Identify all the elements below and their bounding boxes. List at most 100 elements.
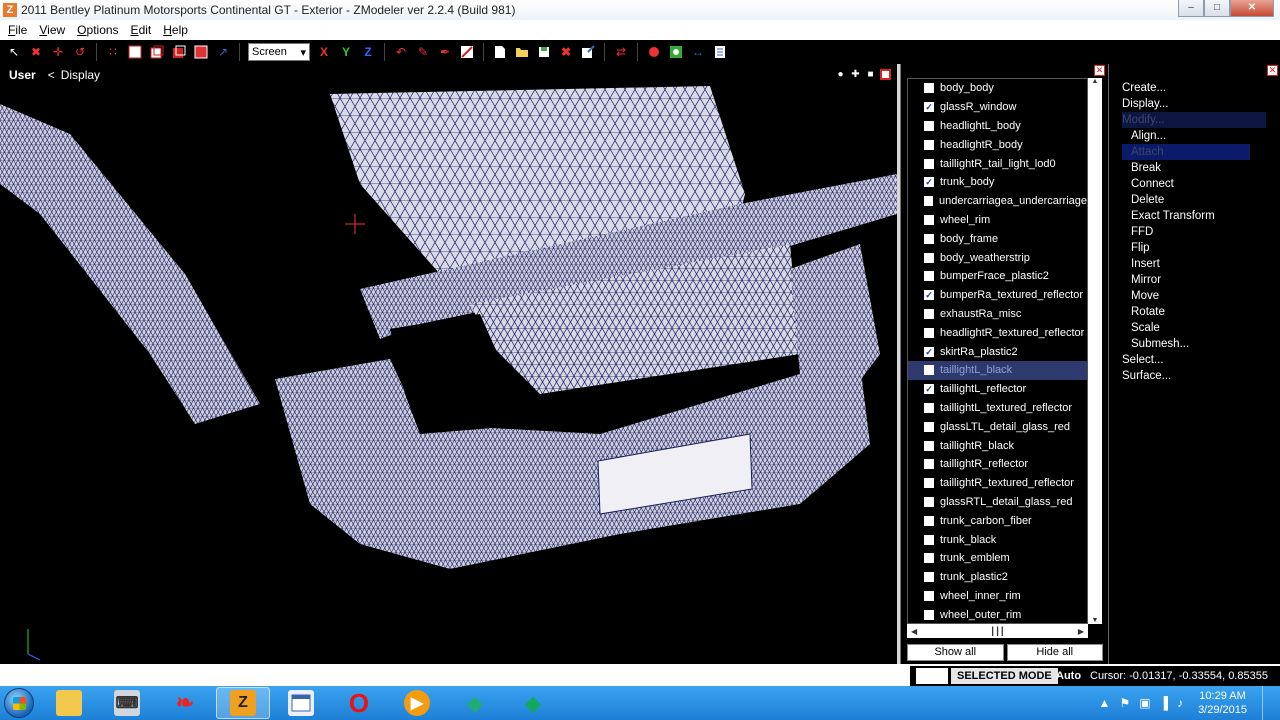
object-list-item[interactable]: trunk_black bbox=[908, 530, 1087, 549]
network-icon[interactable]: ▐ bbox=[1160, 696, 1169, 710]
object-list-item[interactable]: headlightL_body bbox=[908, 117, 1087, 136]
visibility-checkbox[interactable] bbox=[924, 534, 934, 545]
pen-icon[interactable]: ✎ bbox=[415, 44, 431, 60]
object-list-item[interactable]: taillightR_black bbox=[908, 436, 1087, 455]
command-mirror[interactable]: Mirror bbox=[1122, 272, 1266, 288]
visibility-checkbox[interactable] bbox=[924, 158, 934, 169]
command-move[interactable]: Move bbox=[1122, 288, 1266, 304]
visibility-checkbox[interactable] bbox=[924, 478, 934, 489]
save-icon[interactable] bbox=[536, 44, 552, 60]
visibility-checkbox[interactable] bbox=[924, 440, 934, 451]
rotate-tool-icon[interactable]: ↺ bbox=[72, 44, 88, 60]
object-list-item[interactable]: bumperFrace_plastic2 bbox=[908, 267, 1087, 286]
pan-icon[interactable]: ✚ bbox=[850, 69, 861, 80]
visibility-checkbox[interactable]: ✓ bbox=[924, 177, 934, 188]
object-list-item[interactable]: taillightL_black bbox=[908, 360, 1087, 380]
command-connect[interactable]: Connect bbox=[1122, 176, 1266, 192]
visibility-checkbox[interactable] bbox=[924, 308, 934, 319]
object-list-item[interactable]: body_weatherstrip bbox=[908, 248, 1087, 267]
taskbar-zmodeler[interactable]: Z bbox=[216, 687, 270, 719]
command-display[interactable]: Display... bbox=[1122, 96, 1266, 112]
select-cross-icon[interactable]: ✖ bbox=[28, 44, 44, 60]
export-icon[interactable] bbox=[580, 44, 596, 60]
visibility-checkbox[interactable] bbox=[924, 271, 934, 282]
menu-file[interactable]: File bbox=[8, 23, 27, 37]
menu-help[interactable]: Help bbox=[163, 23, 188, 37]
command-exact-transform[interactable]: Exact Transform bbox=[1122, 208, 1266, 224]
cube-mode-icon[interactable] bbox=[193, 44, 209, 60]
object-list-item[interactable]: headlightR_textured_reflector bbox=[908, 323, 1087, 342]
command-scale[interactable]: Scale bbox=[1122, 320, 1266, 336]
car-wireframe-model[interactable] bbox=[0, 64, 897, 664]
menu-options[interactable]: Options bbox=[77, 23, 118, 37]
object-list-item[interactable]: wheel_inner_rim bbox=[908, 587, 1087, 606]
visibility-checkbox[interactable] bbox=[924, 402, 934, 413]
object-list-hscrollbar[interactable]: ◀ ┃┃┃ ▶ bbox=[907, 624, 1088, 638]
group-mode-icon[interactable] bbox=[171, 44, 187, 60]
object-list[interactable]: body_body ✓ glassR_window headlightL_body he… bbox=[907, 78, 1088, 624]
render-icon[interactable] bbox=[668, 44, 684, 60]
command-flip[interactable]: Flip bbox=[1122, 240, 1266, 256]
scroll-thumb-grip-icon[interactable]: ┃┃┃ bbox=[990, 627, 1004, 636]
visibility-checkbox[interactable] bbox=[924, 496, 934, 507]
object-list-item[interactable]: wheel_outer_rim bbox=[908, 605, 1087, 623]
display-label[interactable]: Display bbox=[61, 68, 100, 82]
pointer-icon[interactable]: ↗ bbox=[215, 44, 231, 60]
maximize-viewport-icon[interactable] bbox=[880, 69, 891, 80]
visibility-checkbox[interactable] bbox=[924, 553, 934, 564]
taskbar-media-player[interactable]: ▶ bbox=[390, 687, 444, 719]
axis-y-button[interactable]: Y bbox=[338, 44, 354, 60]
object-list-item[interactable]: exhaustRa_misc bbox=[908, 305, 1087, 324]
delete-icon[interactable]: ✖ bbox=[558, 44, 574, 60]
object-list-item[interactable]: wheel_rim bbox=[908, 211, 1087, 230]
visibility-checkbox[interactable]: ✓ bbox=[924, 102, 934, 113]
command-delete[interactable]: Delete bbox=[1122, 192, 1266, 208]
undo-icon[interactable]: ↶ bbox=[393, 44, 409, 60]
vertex-mode-icon[interactable]: ∷ bbox=[105, 44, 121, 60]
menu-view[interactable]: View bbox=[39, 23, 65, 37]
object-list-item[interactable]: taillightL_textured_reflector bbox=[908, 399, 1087, 418]
brush-icon[interactable]: ✒ bbox=[437, 44, 453, 60]
object-list-item[interactable]: taillightR_reflector bbox=[908, 455, 1087, 474]
visibility-checkbox[interactable] bbox=[924, 421, 934, 432]
object-list-item[interactable]: ✓ glassR_window bbox=[908, 98, 1087, 117]
visibility-checkbox[interactable]: ✓ bbox=[924, 346, 934, 357]
object-list-item[interactable]: body_frame bbox=[908, 229, 1087, 248]
visibility-checkbox[interactable]: ✓ bbox=[924, 290, 934, 301]
volume-icon[interactable]: ♪ bbox=[1177, 696, 1183, 710]
visibility-checkbox[interactable] bbox=[924, 83, 934, 94]
scroll-down-icon[interactable]: ▼ bbox=[1088, 617, 1102, 624]
axis-z-button[interactable]: Z bbox=[360, 44, 376, 60]
command-select[interactable]: Select... bbox=[1122, 352, 1266, 368]
scroll-right-icon[interactable]: ▶ bbox=[1078, 627, 1084, 636]
selection-mode-indicator[interactable]: SELECTED MODE bbox=[951, 668, 1058, 684]
menu-edit[interactable]: Edit bbox=[131, 23, 152, 37]
visibility-checkbox[interactable] bbox=[924, 139, 934, 150]
visibility-checkbox[interactable]: ✓ bbox=[924, 384, 934, 395]
cycle-icon[interactable]: ⇄ bbox=[613, 44, 629, 60]
maximize-button[interactable]: □ bbox=[1204, 0, 1230, 17]
hide-all-button[interactable]: Hide all bbox=[1006, 644, 1103, 661]
record-icon[interactable] bbox=[646, 44, 662, 60]
link-icon[interactable]: ↔ bbox=[690, 44, 706, 60]
visibility-checkbox[interactable] bbox=[924, 252, 934, 263]
view-name-label[interactable]: User bbox=[9, 68, 36, 82]
image-tool-icon[interactable] bbox=[459, 44, 475, 60]
taskbar-calculator[interactable]: ⌨ bbox=[100, 687, 154, 719]
command-rotate[interactable]: Rotate bbox=[1122, 304, 1266, 320]
taskbar-notepad[interactable] bbox=[274, 687, 328, 719]
object-list-item[interactable]: ✓ trunk_body bbox=[908, 173, 1087, 192]
object-list-item[interactable]: ✓ bumperRa_textured_reflector bbox=[908, 286, 1087, 305]
show-desktop-button[interactable] bbox=[1262, 686, 1272, 720]
visibility-checkbox[interactable] bbox=[924, 365, 934, 376]
visibility-checkbox[interactable] bbox=[924, 515, 934, 526]
properties-icon[interactable] bbox=[712, 44, 728, 60]
object-list-item[interactable]: trunk_emblem bbox=[908, 549, 1087, 568]
auto-toggle[interactable]: Auto bbox=[1056, 668, 1081, 684]
taskbar-opera[interactable]: O bbox=[332, 687, 386, 719]
polygon-mode-icon[interactable] bbox=[127, 44, 143, 60]
command-align[interactable]: Align... bbox=[1122, 128, 1266, 144]
start-button[interactable] bbox=[0, 686, 38, 720]
command-ffd[interactable]: FFD bbox=[1122, 224, 1266, 240]
object-list-item[interactable]: taillightR_tail_light_lod0 bbox=[908, 154, 1087, 173]
